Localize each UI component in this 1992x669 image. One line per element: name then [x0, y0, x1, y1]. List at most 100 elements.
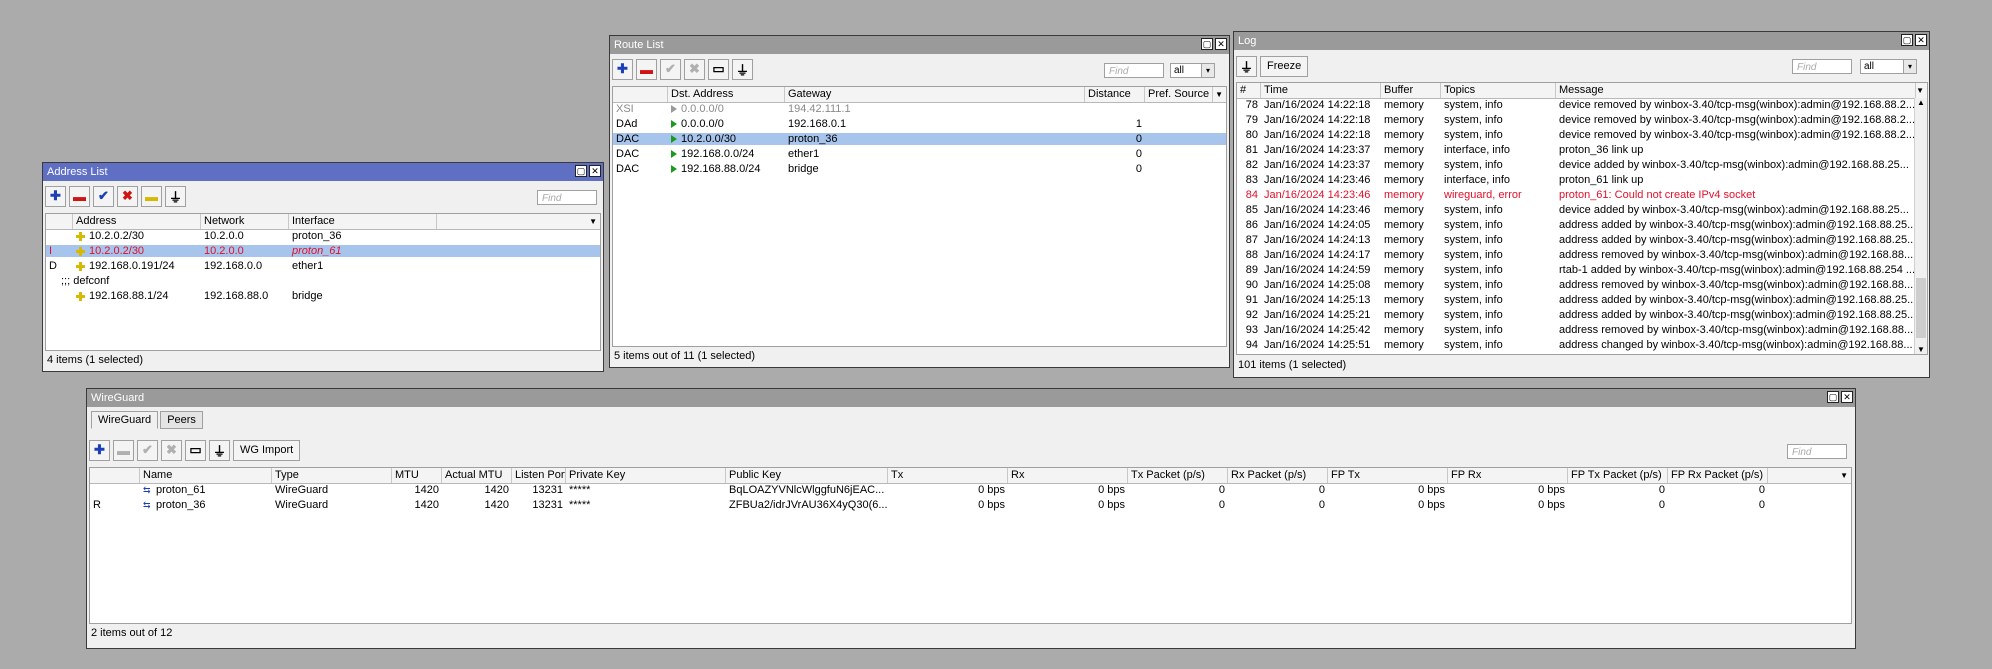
maximize-icon[interactable]: ▢	[575, 165, 587, 177]
col-number[interactable]: #	[1237, 83, 1261, 98]
enable-button[interactable]: ✔	[137, 439, 158, 461]
route-list-titlebar[interactable]: Route List ▢ ✕	[610, 36, 1229, 54]
log-row[interactable]: 86 Jan/16/2024 14:24:05 memory system, info…	[1237, 219, 1927, 231]
close-icon[interactable]: ✕	[1841, 391, 1853, 403]
table-row[interactable]: I 10.2.0.2/30 10.2.0.0 proton_61	[46, 245, 600, 257]
disable-button[interactable]: ✖	[117, 185, 138, 207]
column-menu-icon[interactable]: ▼	[1840, 471, 1848, 480]
log-row[interactable]: 88 Jan/16/2024 14:24:17 memory system, info…	[1237, 249, 1927, 261]
table-row[interactable]: ⇆ proton_61 WireGuard 1420 1420 13231 ***** BqL…	[90, 484, 1851, 496]
maximize-icon[interactable]: ▢	[1901, 34, 1913, 46]
search-input[interactable]: Find	[1104, 63, 1164, 78]
wireguard-titlebar[interactable]: WireGuard ▢ ✕	[87, 389, 1855, 407]
col-gateway[interactable]: Gateway	[785, 87, 1085, 102]
table-row[interactable]: ;;; defconf	[46, 275, 600, 287]
scroll-up-icon[interactable]: ▲	[1915, 98, 1927, 107]
address-list-titlebar[interactable]: Address List ▢ ✕	[43, 163, 603, 181]
vertical-scrollbar[interactable]: ▲ ▼	[1914, 98, 1927, 354]
col-address[interactable]: Address	[73, 214, 201, 229]
col-fp-rx-pps[interactable]: FP Rx Packet (p/s)	[1668, 468, 1768, 483]
remove-button[interactable]: ▬	[69, 185, 90, 207]
log-row[interactable]: 93 Jan/16/2024 14:25:42 memory system, info…	[1237, 324, 1927, 336]
table-row[interactable]: R ⇆ proton_36 WireGuard 1420 1420 13231 ***** ZF…	[90, 499, 1851, 511]
col-private-key[interactable]: Private Key	[566, 468, 726, 483]
search-input[interactable]: Find	[537, 190, 597, 205]
close-icon[interactable]: ✕	[1215, 38, 1227, 50]
add-button[interactable]: ✚	[612, 58, 633, 80]
col-flags[interactable]	[90, 468, 140, 483]
scroll-down-icon[interactable]: ▼	[1915, 345, 1927, 354]
col-time[interactable]: Time	[1261, 83, 1381, 98]
table-row[interactable]: DAC 10.2.0.0/30 proton_36 0	[613, 133, 1226, 145]
comment-button[interactable]: ▭	[708, 58, 729, 80]
comment-button[interactable]: ▭	[185, 439, 206, 461]
log-row[interactable]: 87 Jan/16/2024 14:24:13 memory system, info…	[1237, 234, 1927, 246]
log-titlebar[interactable]: Log ▢ ✕	[1234, 32, 1929, 50]
table-row[interactable]: XSI 0.0.0.0/0 194.42.111.1	[613, 103, 1226, 115]
tab-peers[interactable]: Peers	[160, 411, 203, 429]
log-row[interactable]: 89 Jan/16/2024 14:24:59 memory system, info…	[1237, 264, 1927, 276]
col-buffer[interactable]: Buffer	[1381, 83, 1441, 98]
column-menu-icon[interactable]: ▼	[1215, 90, 1223, 99]
col-type[interactable]: Type	[272, 468, 392, 483]
column-menu-icon[interactable]: ▼	[1916, 86, 1924, 95]
col-fp-tx[interactable]: FP Tx	[1328, 468, 1448, 483]
search-input[interactable]: Find	[1792, 59, 1852, 74]
table-row[interactable]: D 192.168.0.191/24 192.168.0.0 ether1	[46, 260, 600, 272]
col-mtu[interactable]: MTU	[392, 468, 442, 483]
filter-icon[interactable]: ⏚	[732, 58, 753, 80]
col-flags[interactable]	[46, 214, 73, 229]
filter-icon[interactable]: ⏚	[209, 439, 230, 461]
table-row[interactable]: 10.2.0.2/30 10.2.0.0 proton_36	[46, 230, 600, 242]
search-input[interactable]: Find	[1787, 444, 1847, 459]
close-icon[interactable]: ✕	[589, 165, 601, 177]
col-network[interactable]: Network	[201, 214, 289, 229]
log-row[interactable]: 94 Jan/16/2024 14:25:51 memory system, info…	[1237, 339, 1927, 351]
table-row[interactable]: DAd 0.0.0.0/0 192.168.0.1 1	[613, 118, 1226, 130]
col-tx[interactable]: Tx	[888, 468, 1008, 483]
log-row[interactable]: 81 Jan/16/2024 14:23:37 memory interface, i…	[1237, 144, 1927, 156]
log-row[interactable]: 91 Jan/16/2024 14:25:13 memory system, info…	[1237, 294, 1927, 306]
col-pref-source[interactable]: Pref. Source	[1145, 87, 1213, 102]
wg-import-button[interactable]: WG Import	[233, 439, 301, 461]
close-icon[interactable]: ✕	[1915, 34, 1927, 46]
log-row[interactable]: 79 Jan/16/2024 14:22:18 memory system, info…	[1237, 114, 1927, 126]
col-listen-port[interactable]: Listen Port	[512, 468, 566, 483]
col-message[interactable]: Message	[1556, 83, 1916, 98]
remove-button[interactable]: ▬	[113, 439, 134, 461]
enable-button[interactable]: ✔	[93, 185, 114, 207]
log-row[interactable]: 80 Jan/16/2024 14:22:18 memory system, info…	[1237, 129, 1927, 141]
maximize-icon[interactable]: ▢	[1201, 38, 1213, 50]
col-interface[interactable]: Interface	[289, 214, 437, 229]
col-distance[interactable]: Distance	[1085, 87, 1145, 102]
tab-wireguard[interactable]: WireGuard	[91, 411, 159, 429]
col-dst[interactable]: Dst. Address	[668, 87, 785, 102]
log-row[interactable]: 90 Jan/16/2024 14:25:08 memory system, info…	[1237, 279, 1927, 291]
col-rx[interactable]: Rx	[1008, 468, 1128, 483]
filter-icon[interactable]: ⏚	[1236, 55, 1257, 77]
filter-icon[interactable]: ⏚	[165, 185, 186, 207]
col-fp-tx-pps[interactable]: FP Tx Packet (p/s)	[1568, 468, 1668, 483]
disable-button[interactable]: ✖	[684, 58, 705, 80]
col-public-key[interactable]: Public Key	[726, 468, 888, 483]
col-name[interactable]: Name	[140, 468, 272, 483]
col-tx-pps[interactable]: Tx Packet (p/s)	[1128, 468, 1228, 483]
enable-button[interactable]: ✔	[660, 58, 681, 80]
column-menu-icon[interactable]: ▼	[589, 217, 597, 226]
comment-button[interactable]: ▬	[141, 185, 162, 207]
remove-button[interactable]: ▬	[636, 58, 657, 80]
col-rx-pps[interactable]: Rx Packet (p/s)	[1228, 468, 1328, 483]
col-actual-mtu[interactable]: Actual MTU	[442, 468, 512, 483]
log-row[interactable]: 92 Jan/16/2024 14:25:21 memory system, info…	[1237, 309, 1927, 321]
filter-select[interactable]: all ▾	[1860, 59, 1917, 74]
add-button[interactable]: ✚	[45, 185, 66, 207]
table-row[interactable]: 192.168.88.1/24 192.168.88.0 bridge	[46, 290, 600, 302]
table-row[interactable]: DAC 192.168.88.0/24 bridge 0	[613, 163, 1226, 175]
freeze-button[interactable]: Freeze	[1260, 55, 1309, 77]
filter-select[interactable]: all ▾	[1170, 63, 1215, 78]
col-topics[interactable]: Topics	[1441, 83, 1556, 98]
disable-button[interactable]: ✖	[161, 439, 182, 461]
col-flags[interactable]	[613, 87, 668, 102]
log-row[interactable]: 82 Jan/16/2024 14:23:37 memory system, info…	[1237, 159, 1927, 171]
log-row[interactable]: 83 Jan/16/2024 14:23:46 memory interface, i…	[1237, 174, 1927, 186]
